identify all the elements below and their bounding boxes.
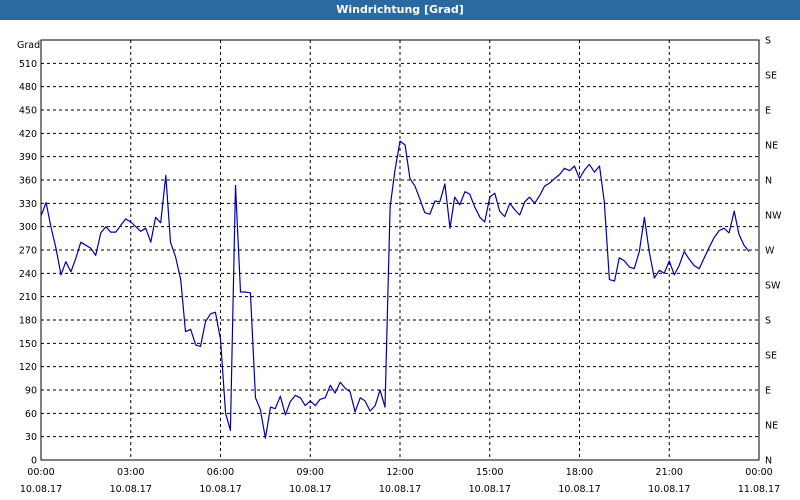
y-right-tick-label: N [765, 456, 772, 467]
x-tick-time: 03:00 [117, 467, 144, 478]
y-right-tick-label: NW [765, 211, 782, 222]
x-tick-time: 09:00 [297, 467, 324, 478]
x-tick-date: 10.08.17 [558, 484, 600, 495]
y-right-tick-label: SW [765, 281, 781, 292]
y-tick-label: 420 [19, 129, 37, 140]
y-right-tick-label: S [765, 316, 771, 327]
y-tick-label: 390 [19, 152, 37, 163]
y-right-tick-label: SE [765, 351, 777, 362]
chart-window: Windrichtung [Grad] 0 30 60 90 120 150 180 210 2… [0, 0, 800, 500]
x-tick-time: 12:00 [386, 467, 413, 478]
chart-title: Windrichtung [Grad] [0, 0, 800, 20]
y-axis-unit-label: Grad [17, 40, 40, 51]
y-tick-label: 330 [19, 199, 37, 210]
x-tick-date: 10.08.17 [469, 484, 511, 495]
y-tick-label: 150 [19, 339, 37, 350]
series-line [40, 140, 750, 439]
y-right-tick-label: NE [765, 421, 778, 432]
x-tick-time: 00:00 [27, 467, 54, 478]
y-tick-label: 0 [31, 456, 37, 467]
x-tick-time: 21:00 [656, 467, 683, 478]
y-right-tick-label: SE [765, 71, 777, 82]
y-tick-label: 480 [19, 82, 37, 93]
y-tick-label: 180 [19, 316, 37, 327]
y-tick-label: 90 [25, 386, 37, 397]
y-right-tick-label: N [765, 176, 772, 187]
x-tick-time: 18:00 [566, 467, 593, 478]
y-tick-label: 270 [19, 246, 37, 257]
x-tick-time: 00:00 [745, 467, 772, 478]
y-tick-label: 210 [19, 292, 37, 303]
x-tick-date: 11.08.17 [738, 484, 780, 495]
x-tick-date: 10.08.17 [199, 484, 241, 495]
y-right-tick-label: NE [765, 141, 778, 152]
x-tick-time: 06:00 [207, 467, 234, 478]
y-tick-label: 450 [19, 106, 37, 117]
x-tick-date: 10.08.17 [110, 484, 152, 495]
x-tick-date: 10.08.17 [648, 484, 690, 495]
y-tick-label: 510 [19, 59, 37, 70]
y-tick-label: 360 [19, 176, 37, 187]
y-axis-left: 0 30 60 90 120 150 180 210 240 270 300 330 360 390 420… [19, 59, 37, 467]
x-axis: 00:00 10.08.17 03:00 10.08.17 06:00 10.08.17 0… [20, 467, 780, 495]
series-layer [40, 140, 750, 439]
y-right-tick-label: E [765, 386, 771, 397]
x-tick-date: 10.08.17 [379, 484, 421, 495]
y-axis-right: N NE E SE S SW W NW N NE E SE S [765, 36, 782, 467]
grid [41, 40, 759, 460]
y-right-tick-label: E [765, 106, 771, 117]
wind-direction-chart: 0 30 60 90 120 150 180 210 240 270 300 330 360 390 420… [17, 36, 782, 496]
y-right-tick-label: S [765, 36, 771, 47]
x-tick-time: 15:00 [476, 467, 503, 478]
y-right-tick-label: W [765, 246, 775, 257]
y-tick-label: 30 [25, 432, 37, 443]
y-tick-label: 240 [19, 269, 37, 280]
y-tick-label: 300 [19, 222, 37, 233]
y-tick-label: 120 [19, 362, 37, 373]
x-tick-date: 10.08.17 [289, 484, 331, 495]
x-tick-date: 10.08.17 [20, 484, 62, 495]
y-tick-label: 60 [25, 409, 37, 420]
